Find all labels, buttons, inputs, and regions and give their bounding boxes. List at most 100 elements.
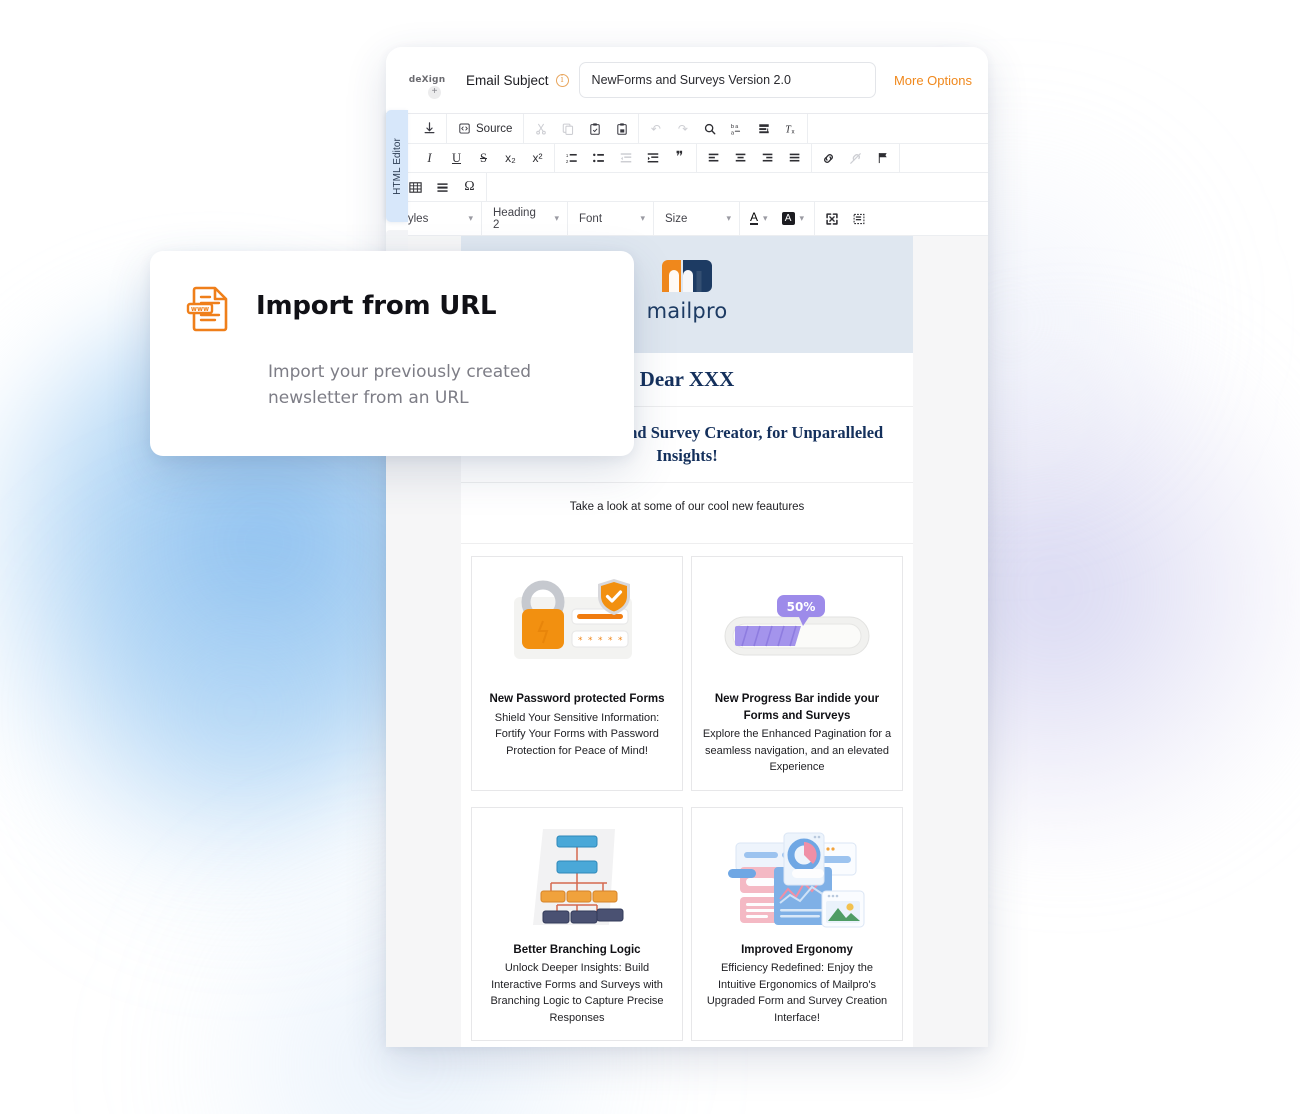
toolbar-group-links bbox=[812, 144, 900, 172]
chevron-down-icon: ▾ bbox=[763, 213, 768, 223]
text-color-glyph: A bbox=[750, 210, 759, 225]
anchor-icon[interactable] bbox=[869, 145, 896, 172]
italic-icon[interactable]: I bbox=[416, 145, 443, 172]
toolbar-group-history: ↶ ↷ b a a T x bbox=[639, 114, 809, 143]
email-feature-cards: * * * * * New Password protected Forms Shiel… bbox=[461, 544, 913, 1042]
import-card-header: www Import from URL bbox=[186, 285, 604, 338]
size-dropdown[interactable]: Size ▾ bbox=[654, 202, 740, 235]
document-www-icon: www bbox=[186, 285, 232, 338]
paste-from-word-icon[interactable] bbox=[608, 115, 635, 142]
background-color-button[interactable]: A ▾ bbox=[775, 202, 812, 235]
html-editor-tab[interactable]: HTML Editor bbox=[386, 110, 408, 222]
svg-text:*: * bbox=[578, 636, 583, 646]
mailpro-logo: mailpro bbox=[647, 258, 728, 323]
toolbar-row1-spacer bbox=[808, 114, 988, 143]
cut-icon bbox=[527, 115, 554, 142]
email-subject-label: Email Subject bbox=[466, 72, 549, 88]
feature-card-row: * * * * * New Password protected Forms Shiel… bbox=[471, 555, 903, 791]
toolbar-group-paragraph: 1 2 ❞ bbox=[555, 144, 697, 172]
feature-card-title: Improved Ergonomy bbox=[741, 943, 853, 956]
font-dropdown-value: Font bbox=[579, 212, 603, 225]
underline-icon[interactable]: U bbox=[443, 145, 470, 172]
horizontal-rule-icon[interactable] bbox=[429, 174, 456, 201]
import-card-description: Import your previously created newslette… bbox=[268, 362, 532, 408]
format-dropdown[interactable]: Heading 2 ▾ bbox=[482, 202, 568, 235]
strikethrough-icon[interactable]: S bbox=[470, 145, 497, 172]
toolbar-group-view bbox=[815, 205, 875, 232]
align-center-icon[interactable] bbox=[727, 145, 754, 172]
svg-text:1: 1 bbox=[565, 153, 568, 158]
align-left-icon[interactable] bbox=[700, 145, 727, 172]
svg-text:a: a bbox=[735, 124, 738, 130]
toolbar-group-alignment bbox=[697, 144, 812, 172]
svg-text:x: x bbox=[791, 128, 794, 135]
align-right-icon[interactable] bbox=[754, 145, 781, 172]
text-color-button[interactable]: A ▾ bbox=[743, 202, 775, 235]
toolbar-row2-spacer bbox=[900, 144, 988, 172]
superscript-icon[interactable]: x² bbox=[524, 145, 551, 172]
redo-icon: ↷ bbox=[677, 121, 688, 136]
progress-label: 50% bbox=[787, 600, 816, 614]
paste-icon[interactable] bbox=[581, 115, 608, 142]
special-character-icon[interactable]: Ω bbox=[456, 174, 483, 201]
editor-toolbar: Source ↶ ↷ b a a T x I U S x₂ x² 1 2 ❞ Ω… bbox=[386, 113, 988, 236]
remove-format-icon[interactable]: T x bbox=[777, 115, 804, 142]
import-from-url-card[interactable]: www Import from URL Import your previous… bbox=[150, 251, 634, 456]
more-options-link[interactable]: More Options bbox=[894, 73, 972, 88]
ui-dashboard-illustration bbox=[702, 822, 892, 934]
feature-card-row: Better Branching Logic Unlock Deeper Ins… bbox=[471, 806, 903, 1042]
feature-card: Improved Ergonomy Efficiency Redefined: … bbox=[691, 806, 903, 1042]
subscript-icon[interactable]: x₂ bbox=[497, 145, 524, 172]
background-color-glyph: A bbox=[781, 212, 795, 225]
mailpro-logo-mark bbox=[660, 258, 714, 294]
find-icon[interactable] bbox=[696, 115, 723, 142]
svg-text:*: * bbox=[618, 636, 623, 646]
screenshot-root: deXign + Email Subject i More Options bbox=[0, 0, 1300, 1114]
chevron-down-icon: ▾ bbox=[554, 213, 559, 223]
mailpro-logo-text: mailpro bbox=[646, 299, 728, 323]
info-icon[interactable]: i bbox=[555, 73, 569, 87]
source-button[interactable]: Source bbox=[450, 115, 520, 142]
plus-circle-icon[interactable]: + bbox=[428, 86, 441, 99]
feature-card-title: Better Branching Logic bbox=[513, 943, 641, 956]
dexign-logo-text: deXign bbox=[408, 75, 446, 85]
import-card-title: Import from URL bbox=[256, 291, 497, 321]
svg-text:*: * bbox=[598, 636, 603, 646]
password-lock-illustration: * * * * * bbox=[482, 571, 672, 683]
download-icon[interactable] bbox=[416, 115, 443, 142]
toolbar-row-2: B I U S x₂ x² 1 2 bbox=[386, 144, 988, 173]
select-all-icon[interactable] bbox=[750, 115, 777, 142]
link-icon[interactable] bbox=[815, 145, 842, 172]
editor-header: deXign + Email Subject i More Options bbox=[386, 47, 988, 113]
email-editor-window: deXign + Email Subject i More Options bbox=[386, 47, 988, 1047]
increase-indent-icon[interactable] bbox=[639, 145, 666, 172]
chevron-down-icon: ▾ bbox=[468, 213, 473, 223]
svg-text:b: b bbox=[731, 124, 734, 130]
numbered-list-icon[interactable]: 1 2 bbox=[558, 145, 585, 172]
blockquote-icon[interactable]: ❞ bbox=[666, 145, 693, 172]
show-blocks-icon[interactable] bbox=[845, 205, 872, 232]
toolbar-group-source: Source bbox=[447, 114, 525, 143]
svg-text:www: www bbox=[191, 305, 209, 313]
svg-text:*: * bbox=[588, 636, 593, 646]
svg-text:2: 2 bbox=[565, 159, 568, 164]
bulleted-list-icon[interactable] bbox=[585, 145, 612, 172]
feature-card-body: Explore the Enhanced Pagination for a se… bbox=[702, 728, 892, 774]
toolbar-group-basic-styles: B I U S x₂ x² bbox=[386, 144, 555, 172]
unlink-icon bbox=[842, 145, 869, 172]
replace-icon[interactable]: b a a bbox=[723, 115, 750, 142]
svg-text:*: * bbox=[608, 636, 613, 646]
feature-card: * * * * * New Password protected Forms Shiel… bbox=[471, 555, 683, 791]
email-subject-input[interactable] bbox=[578, 62, 876, 98]
svg-text:a: a bbox=[731, 130, 735, 136]
chevron-down-icon: ▾ bbox=[726, 213, 731, 223]
chevron-down-icon: ▾ bbox=[640, 213, 645, 223]
align-justify-icon[interactable] bbox=[781, 145, 808, 172]
feature-card-body: Shield Your Sensitive Information: Forti… bbox=[494, 711, 660, 757]
size-dropdown-value: Size bbox=[665, 212, 688, 225]
font-dropdown[interactable]: Font ▾ bbox=[568, 202, 654, 235]
toolbar-row-3: Ω bbox=[386, 173, 988, 202]
html-editor-tab-label: HTML Editor bbox=[391, 137, 403, 195]
maximize-icon[interactable] bbox=[818, 205, 845, 232]
progress-bar-illustration: 50% bbox=[702, 571, 892, 683]
